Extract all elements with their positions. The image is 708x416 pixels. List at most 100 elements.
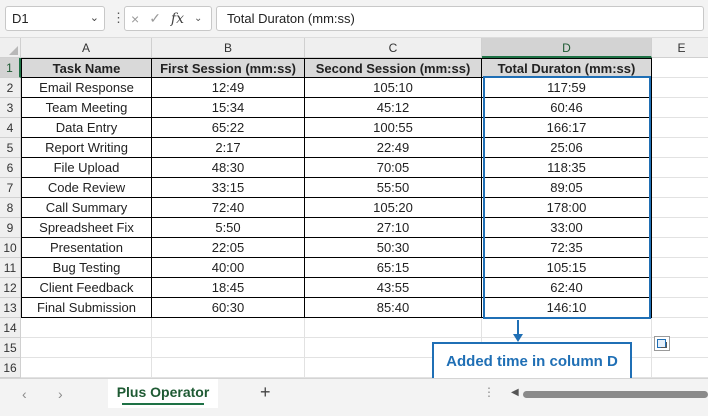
table-header-cell[interactable]: First Session (mm:ss)	[152, 58, 305, 78]
table-cell[interactable]: 146:10	[482, 298, 652, 318]
table-cell[interactable]: 105:20	[305, 198, 482, 218]
task-name-cell[interactable]: Email Response	[21, 78, 152, 98]
column-header-e[interactable]: E	[652, 38, 708, 58]
row-header-15[interactable]: 15	[0, 338, 21, 358]
table-cell[interactable]: 45:12	[305, 98, 482, 118]
table-cell[interactable]: 33:15	[152, 178, 305, 198]
row-header-2[interactable]: 2	[0, 78, 21, 98]
row-header-7[interactable]: 7	[0, 178, 21, 198]
table-cell[interactable]: 89:05	[482, 178, 652, 198]
task-name-cell[interactable]: Call Summary	[21, 198, 152, 218]
row-header-13[interactable]: 13	[0, 298, 21, 318]
quick-analysis-icon[interactable]	[654, 336, 670, 351]
table-cell[interactable]: 65:22	[152, 118, 305, 138]
table-cell[interactable]: 33:00	[482, 218, 652, 238]
table-cell[interactable]: 40:00	[152, 258, 305, 278]
grid-cell[interactable]	[305, 318, 482, 338]
task-name-cell[interactable]: Client Feedback	[21, 278, 152, 298]
name-box[interactable]: D1 ⌄	[5, 6, 105, 31]
chevron-down-icon[interactable]: ⌄	[194, 13, 202, 24]
row-header-3[interactable]: 3	[0, 98, 21, 118]
grid-cell[interactable]	[652, 278, 708, 298]
table-cell[interactable]: 15:34	[152, 98, 305, 118]
task-name-cell[interactable]: Report Writing	[21, 138, 152, 158]
cancel-icon[interactable]: ×	[131, 11, 139, 27]
grid-cell[interactable]	[152, 318, 305, 338]
task-name-cell[interactable]: Bug Testing	[21, 258, 152, 278]
task-name-cell[interactable]: Presentation	[21, 238, 152, 258]
grid-cell[interactable]	[652, 178, 708, 198]
task-name-cell[interactable]: File Upload	[21, 158, 152, 178]
grid-cell[interactable]	[21, 318, 152, 338]
grid-cell[interactable]	[652, 258, 708, 278]
formula-input[interactable]: Total Duraton (mm:ss)	[216, 6, 704, 31]
horizontal-scrollbar[interactable]	[523, 391, 708, 398]
task-name-cell[interactable]: Final Submission	[21, 298, 152, 318]
grid-cell[interactable]	[21, 338, 152, 358]
column-header-b[interactable]: B	[152, 38, 305, 58]
chevron-down-icon[interactable]: ⌄	[90, 11, 99, 24]
grid-cell[interactable]	[152, 358, 305, 378]
table-cell[interactable]: 85:40	[305, 298, 482, 318]
table-cell[interactable]: 25:06	[482, 138, 652, 158]
table-header-cell[interactable]: Total Duraton (mm:ss)	[482, 58, 652, 78]
table-cell[interactable]: 100:55	[305, 118, 482, 138]
table-cell[interactable]: 12:49	[152, 78, 305, 98]
previous-sheet-icon[interactable]: ‹	[22, 386, 27, 402]
select-all-corner[interactable]	[0, 38, 21, 58]
table-cell[interactable]: 117:59	[482, 78, 652, 98]
row-header-12[interactable]: 12	[0, 278, 21, 298]
table-cell[interactable]: 50:30	[305, 238, 482, 258]
grid-cell[interactable]	[652, 318, 708, 338]
table-cell[interactable]: 178:00	[482, 198, 652, 218]
row-header-6[interactable]: 6	[0, 158, 21, 178]
row-header-4[interactable]: 4	[0, 118, 21, 138]
sheet-tab-plus-operator[interactable]: Plus Operator	[108, 379, 218, 409]
grid-cell[interactable]	[652, 298, 708, 318]
table-cell[interactable]: 43:55	[305, 278, 482, 298]
grid-cell[interactable]	[652, 238, 708, 258]
table-cell[interactable]: 22:05	[152, 238, 305, 258]
row-header-14[interactable]: 14	[0, 318, 21, 338]
table-cell[interactable]: 105:10	[305, 78, 482, 98]
grid-cell[interactable]	[152, 338, 305, 358]
table-cell[interactable]: 48:30	[152, 158, 305, 178]
table-cell[interactable]: 60:30	[152, 298, 305, 318]
scroll-left-icon[interactable]: ◀	[511, 387, 519, 398]
table-cell[interactable]: 5:50	[152, 218, 305, 238]
row-header-16[interactable]: 16	[0, 358, 21, 378]
grid-cell[interactable]	[652, 198, 708, 218]
grid-cell[interactable]	[652, 98, 708, 118]
table-cell[interactable]: 166:17	[482, 118, 652, 138]
row-header-8[interactable]: 8	[0, 198, 21, 218]
table-cell[interactable]: 105:15	[482, 258, 652, 278]
grid-cell[interactable]	[652, 78, 708, 98]
table-cell[interactable]: 22:49	[305, 138, 482, 158]
grid-cell[interactable]	[482, 318, 652, 338]
task-name-cell[interactable]: Data Entry	[21, 118, 152, 138]
table-cell[interactable]: 18:45	[152, 278, 305, 298]
task-name-cell[interactable]: Code Review	[21, 178, 152, 198]
row-header-10[interactable]: 10	[0, 238, 21, 258]
table-cell[interactable]: 2:17	[152, 138, 305, 158]
grid-cell[interactable]	[652, 158, 708, 178]
table-cell[interactable]: 72:40	[152, 198, 305, 218]
next-sheet-icon[interactable]: ›	[58, 386, 63, 402]
column-header-d[interactable]: D	[482, 38, 652, 58]
grid-cell[interactable]	[652, 118, 708, 138]
add-sheet-icon[interactable]: +	[260, 382, 271, 403]
table-cell[interactable]: 70:05	[305, 158, 482, 178]
grid-cell[interactable]	[652, 358, 708, 378]
row-header-5[interactable]: 5	[0, 138, 21, 158]
table-header-cell[interactable]: Second Session (mm:ss)	[305, 58, 482, 78]
row-header-1[interactable]: 1	[0, 58, 21, 78]
row-header-11[interactable]: 11	[0, 258, 21, 278]
row-header-9[interactable]: 9	[0, 218, 21, 238]
task-name-cell[interactable]: Team Meeting	[21, 98, 152, 118]
table-header-cell[interactable]: Task Name	[21, 58, 152, 78]
grid-cell[interactable]	[652, 58, 708, 78]
table-cell[interactable]: 60:46	[482, 98, 652, 118]
grid-cell[interactable]	[652, 218, 708, 238]
table-cell[interactable]: 65:15	[305, 258, 482, 278]
table-cell[interactable]: 72:35	[482, 238, 652, 258]
